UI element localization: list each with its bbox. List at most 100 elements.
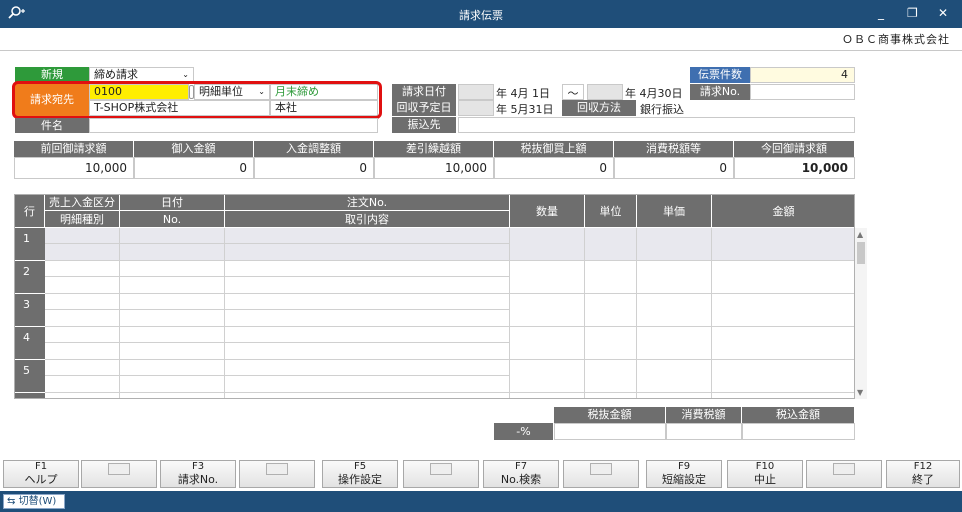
grid-cell[interactable]	[45, 277, 120, 294]
fkey-empty[interactable]	[806, 460, 882, 488]
grid-cell[interactable]	[120, 393, 225, 398]
grid-scrollbar[interactable]: ▲ ▼	[855, 228, 867, 399]
grid-cell[interactable]	[225, 261, 510, 277]
close-button[interactable]: ✕	[938, 6, 948, 20]
subject-input[interactable]	[89, 118, 378, 133]
grid-cell[interactable]	[120, 360, 225, 376]
grid-cell[interactable]	[45, 327, 120, 343]
grid-cell[interactable]	[510, 261, 585, 294]
row-number: 2	[15, 261, 45, 294]
grid-cell[interactable]	[585, 228, 637, 261]
grid-cell[interactable]	[120, 310, 225, 327]
collection-method-value[interactable]: 銀行振込	[640, 101, 740, 117]
fkey-blank-icon	[590, 463, 612, 475]
grid-cell[interactable]	[510, 228, 585, 261]
fkey-f12[interactable]: F12 終了	[886, 460, 960, 488]
grid-cell[interactable]	[225, 310, 510, 327]
grid-cell[interactable]	[225, 277, 510, 294]
grid-cell[interactable]	[225, 327, 510, 343]
grid-cell[interactable]	[637, 327, 712, 360]
grid-header-qty: 数量	[510, 195, 585, 228]
tax-header-tax: 消費税額	[666, 407, 742, 423]
invoice-kind-select[interactable]: 締め請求 ⌄	[89, 67, 194, 82]
grid-header-order-no: 注文No.	[225, 195, 510, 211]
date-from-value[interactable]: 年 4月 1日	[496, 85, 560, 101]
fkey-empty[interactable]	[81, 460, 157, 488]
grid-cell[interactable]	[585, 393, 637, 398]
fkey-f1[interactable]: F1 ヘルプ	[3, 460, 79, 488]
grid-cell[interactable]	[510, 294, 585, 327]
grid-cell[interactable]	[225, 343, 510, 360]
grid-cell[interactable]	[120, 343, 225, 360]
grid-cell[interactable]	[45, 310, 120, 327]
grid-cell[interactable]	[45, 376, 120, 393]
minimize-button[interactable]: _	[878, 6, 884, 20]
grid-cell[interactable]	[712, 327, 854, 360]
collection-era[interactable]	[458, 100, 494, 116]
grid-cell[interactable]	[225, 228, 510, 244]
collection-date-value[interactable]: 年 5月31日	[496, 101, 560, 117]
grid-cell[interactable]	[637, 360, 712, 393]
restore-button[interactable]: ❐	[907, 6, 918, 20]
grid-cell[interactable]	[225, 294, 510, 310]
date-range-separator: ～	[562, 84, 584, 100]
grid-cell[interactable]	[120, 228, 225, 244]
grid-cell[interactable]	[510, 360, 585, 393]
grid-cell[interactable]	[120, 277, 225, 294]
grid-cell[interactable]	[120, 261, 225, 277]
fkey-f9[interactable]: F9 短縮設定	[646, 460, 722, 488]
grid-header-content: 取引内容	[225, 211, 510, 228]
grid-cell[interactable]	[637, 294, 712, 327]
grid-cell[interactable]	[712, 261, 854, 294]
grid-cell[interactable]	[225, 376, 510, 393]
grid-cell[interactable]	[45, 343, 120, 360]
grid-cell[interactable]	[712, 393, 854, 398]
switch-icon: ⇆	[7, 496, 16, 507]
invoice-no-input[interactable]	[750, 84, 855, 100]
grid-cell[interactable]	[712, 360, 854, 393]
transfer-to-input[interactable]	[458, 117, 855, 133]
summary-header: 今回御請求額	[734, 141, 855, 157]
scroll-down-icon[interactable]: ▼	[857, 388, 863, 397]
fkey-empty[interactable]	[403, 460, 479, 488]
grid-cell[interactable]	[637, 261, 712, 294]
fkey-f7[interactable]: F7 No.検索	[483, 460, 559, 488]
grid-cell[interactable]	[45, 360, 120, 376]
window-title: 請求伝票	[459, 9, 503, 22]
grid-cell[interactable]	[585, 360, 637, 393]
grid-cell[interactable]	[510, 393, 585, 398]
fkey-f5[interactable]: F5 操作設定	[322, 460, 398, 488]
grid-cell[interactable]	[637, 393, 712, 398]
grid-cell[interactable]	[225, 393, 510, 398]
grid-cell[interactable]	[45, 393, 120, 398]
grid-cell[interactable]	[45, 294, 120, 310]
grid-cell[interactable]	[637, 228, 712, 261]
switch-button[interactable]: ⇆ 切替(W)	[3, 494, 65, 509]
date-to-era[interactable]	[587, 84, 623, 100]
grid-cell[interactable]	[120, 327, 225, 343]
grid-cell[interactable]	[510, 327, 585, 360]
scroll-thumb[interactable]	[857, 242, 865, 264]
fkey-empty[interactable]	[563, 460, 639, 488]
grid-cell[interactable]	[120, 294, 225, 310]
grid-cell[interactable]	[712, 294, 854, 327]
fkey-f3[interactable]: F3 請求No.	[160, 460, 236, 488]
grid-cell[interactable]	[225, 244, 510, 261]
grid-cell[interactable]	[585, 261, 637, 294]
grid-cell[interactable]	[585, 327, 637, 360]
date-from-era[interactable]	[458, 84, 494, 100]
grid-cell[interactable]	[45, 244, 120, 261]
fkey-empty[interactable]	[239, 460, 315, 488]
grid-cell[interactable]	[225, 360, 510, 376]
summary-value: 10,000	[14, 157, 134, 179]
grid-cell[interactable]	[712, 228, 854, 261]
date-to-value[interactable]: 年 4月30日	[625, 85, 695, 101]
grid-cell[interactable]	[45, 228, 120, 244]
grid-cell[interactable]	[120, 376, 225, 393]
grid-cell[interactable]	[120, 244, 225, 261]
fkey-label: 請求No.	[177, 473, 219, 486]
scroll-up-icon[interactable]: ▲	[857, 230, 863, 239]
grid-cell[interactable]	[585, 294, 637, 327]
fkey-f10[interactable]: F10 中止	[727, 460, 803, 488]
grid-cell[interactable]	[45, 261, 120, 277]
